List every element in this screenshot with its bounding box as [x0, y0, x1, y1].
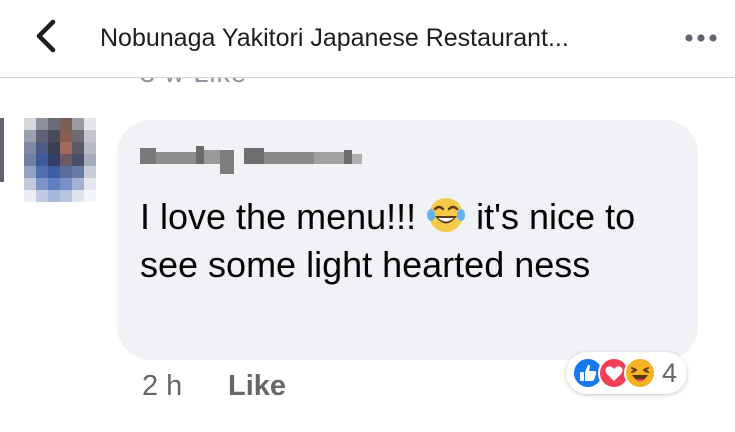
haha-reaction-icon: [624, 357, 656, 389]
back-button[interactable]: [24, 14, 68, 58]
laughing-tears-emoji: [427, 198, 466, 232]
like-button[interactable]: Like: [228, 370, 286, 403]
comment-screen: 3 w Like Nobunaga Yakitori Japanese Rest…: [0, 0, 735, 432]
thread-indicator: [0, 118, 4, 182]
avatar[interactable]: [24, 118, 96, 202]
page-title: Nobunaga Yakitori Japanese Restaurant...: [100, 24, 569, 52]
pixelated-avatar-image: [24, 118, 96, 202]
top-bar: Nobunaga Yakitori Japanese Restaurant...: [0, 0, 735, 78]
reactions-summary[interactable]: 4: [566, 352, 688, 394]
author-name-blurred[interactable]: [140, 140, 370, 174]
comment-timestamp[interactable]: 2 h: [142, 370, 182, 403]
comment-text: I love the menu!!! it's nice to see some…: [140, 193, 688, 289]
more-horizontal-icon: [685, 34, 717, 42]
reaction-count: 4: [662, 357, 678, 388]
more-options-button[interactable]: [681, 20, 721, 56]
comment-text-part-1: I love the menu!!!: [140, 196, 427, 237]
chevron-left-icon: [36, 19, 56, 53]
